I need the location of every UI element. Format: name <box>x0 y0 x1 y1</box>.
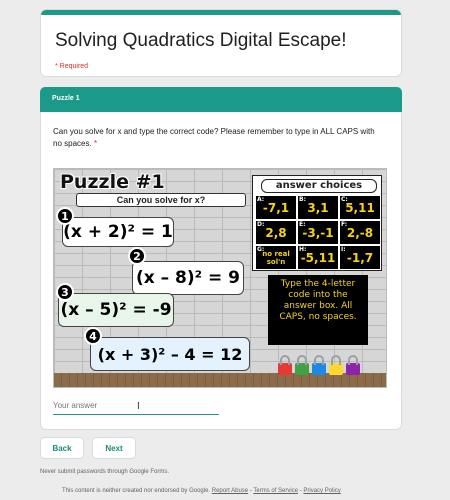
choice-letter: G: <box>257 246 265 253</box>
equation-text-3: (x – 5)² = -9 <box>60 300 172 320</box>
equation-card-2: (x – 8)² = 9 <box>132 261 244 295</box>
choice-h: H: -5,11 <box>298 246 338 269</box>
next-button[interactable]: Next <box>92 437 136 459</box>
choice-value: -1,7 <box>346 250 374 265</box>
password-warning: Never submit passwords through Google Fo… <box>40 469 170 475</box>
choice-value: 2,8 <box>265 225 287 240</box>
form-title-card: Solving Quadratics Digital Escape! * Req… <box>40 9 402 77</box>
title-accent-bar <box>41 10 401 15</box>
choice-letter: B: <box>299 196 306 203</box>
padlock-row <box>278 355 360 375</box>
answer-choices-grid: A: -7,1 B: 3,1 C: 5,11 D: 2,8 E: -3,-1 F: 2,-8… <box>256 196 380 269</box>
padlock-icon <box>312 355 326 375</box>
equation-number-2: 2 <box>128 247 146 265</box>
answer-choices-title: answer choices <box>261 179 377 193</box>
choice-e: E: -3,-1 <box>298 221 338 244</box>
choice-letter: E: <box>299 221 306 228</box>
choice-i: I: -1,7 <box>340 246 380 269</box>
equation-text-1: (x + 2)² = 1 <box>63 222 173 242</box>
equation-text-2: (x – 8)² = 9 <box>135 268 241 288</box>
equation-text-4: (x + 3)² – 4 = 12 <box>97 344 243 364</box>
required-star: * <box>93 139 98 148</box>
choice-letter: D: <box>257 221 265 228</box>
footer: This content is neither created nor endo… <box>62 488 341 494</box>
privacy-link[interactable]: Privacy Policy <box>303 488 340 494</box>
form-title: Solving Quadratics Digital Escape! <box>55 30 347 51</box>
report-abuse-link[interactable]: Report Abuse <box>212 488 248 494</box>
padlock-icon <box>346 355 360 375</box>
puzzle-instructions: Type the 4-letter code into the answer b… <box>268 275 368 345</box>
choice-value: 5,11 <box>345 200 375 215</box>
padlock-icon <box>329 355 343 375</box>
section-header: Puzzle 1 <box>40 87 402 112</box>
choice-d: D: 2,8 <box>256 221 296 244</box>
answer-choices-panel: answer choices A: -7,1 B: 3,1 C: 5,11 D: 2,8… <box>252 175 382 271</box>
equation-number-3: 3 <box>56 283 74 301</box>
choice-value: -7,1 <box>262 200 290 215</box>
wood-floor <box>54 373 386 387</box>
section-title: Puzzle 1 <box>52 95 80 102</box>
required-note: * Required <box>55 63 89 70</box>
choice-g: G: no real sol'n <box>256 246 296 269</box>
text-cursor-icon: I <box>137 401 140 412</box>
choice-letter: I: <box>341 246 346 253</box>
equation-card-1: (x + 2)² = 1 <box>62 217 174 247</box>
choice-letter: A: <box>257 196 265 203</box>
equation-number-1: 1 <box>56 207 74 225</box>
choice-value: -3,-1 <box>302 225 334 240</box>
choice-c: C: 5,11 <box>340 196 380 219</box>
choice-value: 2,-8 <box>346 225 374 240</box>
puzzle-image-title: Puzzle #1 <box>60 171 165 193</box>
equation-card-4: (x + 3)² – 4 = 12 <box>90 337 250 371</box>
answer-input[interactable] <box>53 397 219 415</box>
puzzle-image: Puzzle #1 Can you solve for x? (x + 2)² … <box>53 168 387 388</box>
choice-letter: H: <box>299 246 307 253</box>
choice-b: B: 3,1 <box>298 196 338 219</box>
equation-card-3: (x – 5)² = -9 <box>58 293 174 327</box>
question-card: Can you solve for x and type the correct… <box>40 112 402 430</box>
puzzle-subtitle: Can you solve for x? <box>76 193 246 207</box>
back-button[interactable]: Back <box>40 437 84 459</box>
equation-number-4: 4 <box>84 327 102 345</box>
choice-a: A: -7,1 <box>256 196 296 219</box>
footer-disclaimer: This content is neither created nor endo… <box>62 488 211 494</box>
choice-f: F: 2,-8 <box>340 221 380 244</box>
question-text: Can you solve for x and type the correct… <box>53 126 378 150</box>
question-label: Can you solve for x and type the correct… <box>53 127 375 148</box>
padlock-icon <box>278 355 292 375</box>
choice-value: 3,1 <box>307 200 329 215</box>
terms-link[interactable]: Terms of Service <box>253 488 298 494</box>
choice-letter: F: <box>341 221 348 228</box>
padlock-icon <box>295 355 309 375</box>
choice-letter: C: <box>341 196 348 203</box>
